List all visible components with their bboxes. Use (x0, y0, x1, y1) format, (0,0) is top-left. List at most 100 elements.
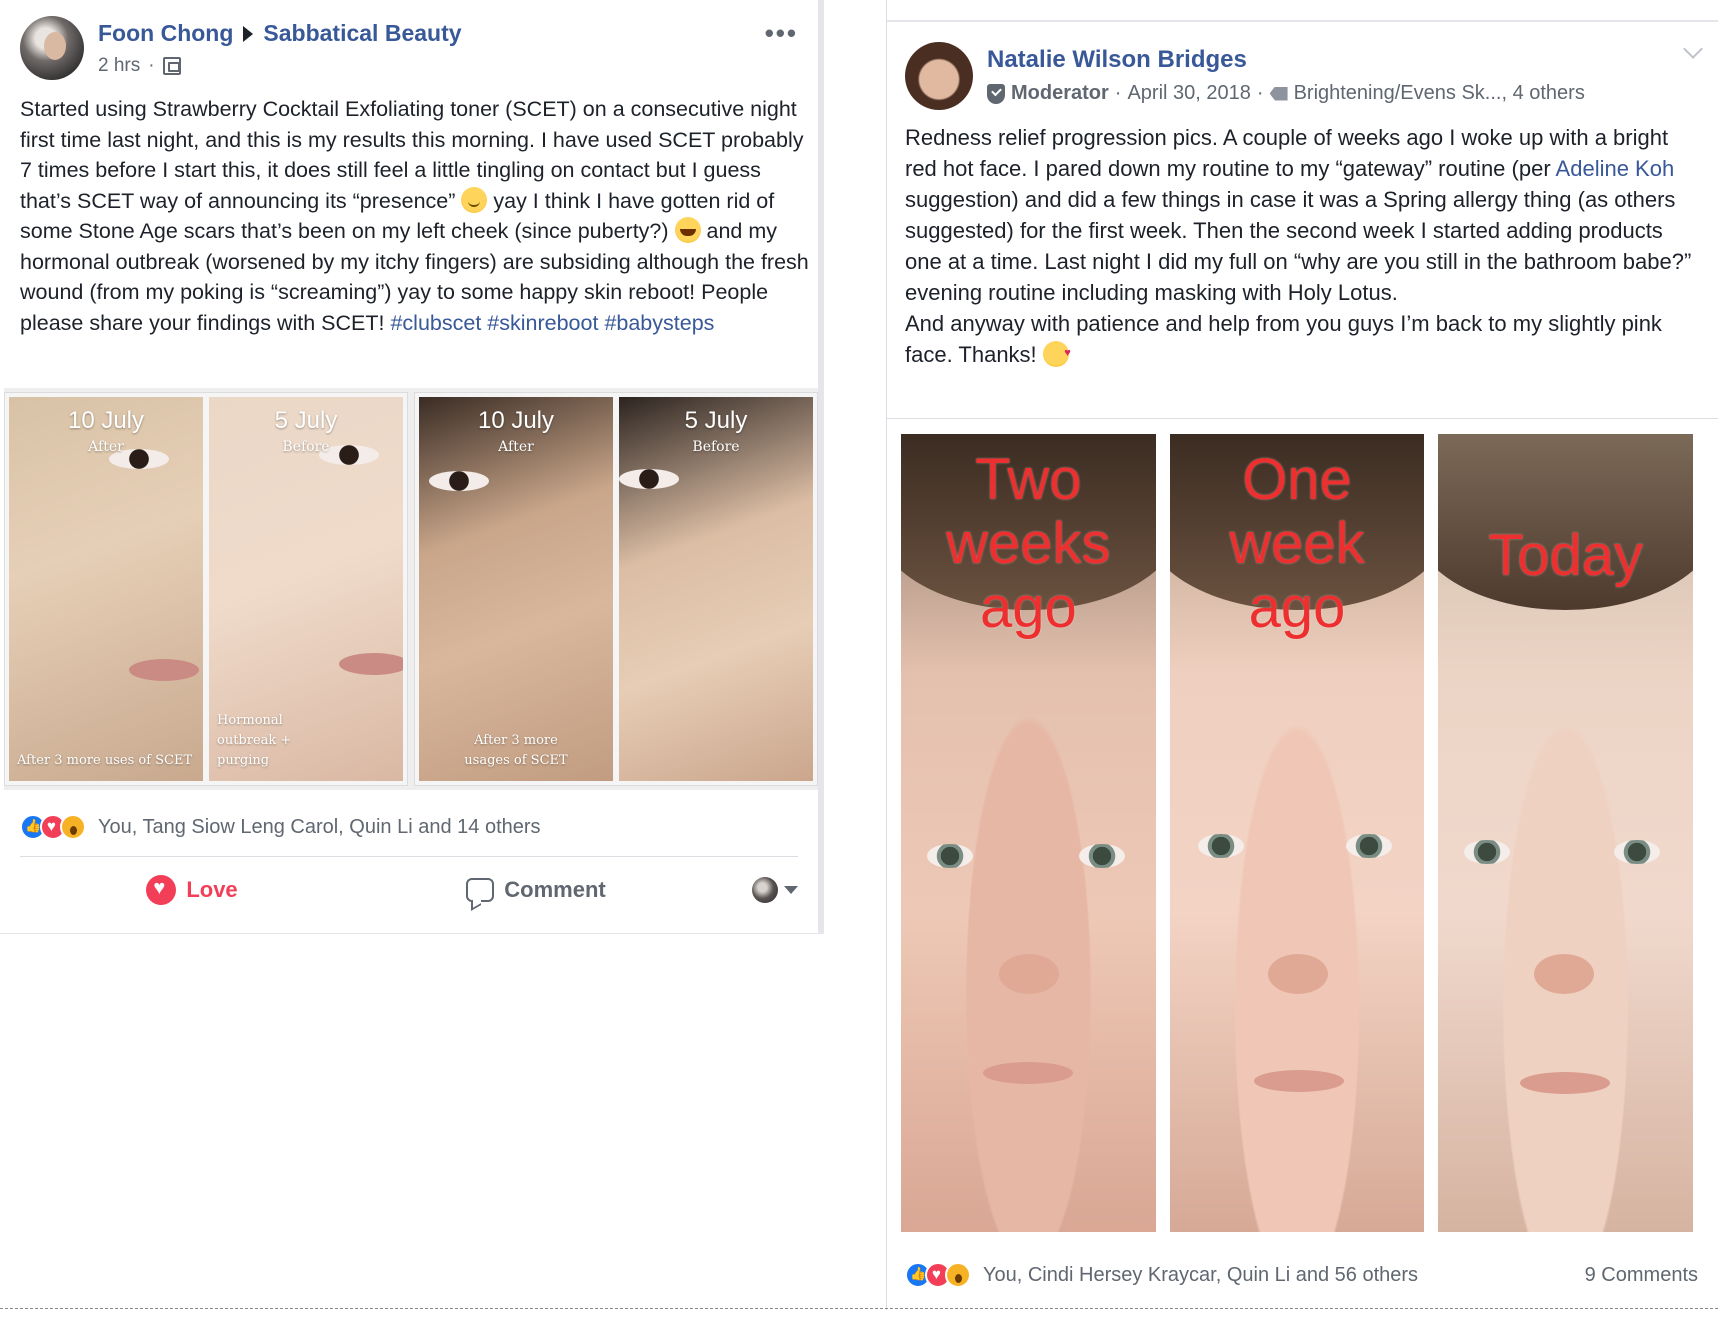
meta-separator: · (1256, 82, 1264, 104)
nose-shape (999, 954, 1059, 994)
author-name[interactable]: Natalie Wilson Bridges (987, 46, 1585, 74)
photo-caption-note: Hormonal outbreak + purging (217, 713, 292, 768)
post-date[interactable]: April 30, 2018 (1127, 82, 1250, 105)
post-time[interactable]: 2 hrs (98, 55, 140, 77)
photo-caption-date: 10 July (67, 407, 145, 434)
photo[interactable]: 5 July Before (619, 397, 813, 781)
eye-shape (1464, 840, 1511, 864)
author-line: Foon Chong Sabbatical Beauty (98, 20, 462, 47)
nose-shape (1534, 954, 1595, 994)
photo-grid: Two weeks ago One week ago Today (901, 434, 1694, 1232)
eye-shape (619, 469, 679, 489)
smile-emoji-icon (461, 186, 488, 213)
topic-tags[interactable]: Brightening/Evens Sk... (1294, 82, 1502, 105)
nose-shape (1267, 954, 1328, 994)
frame-edge (886, 0, 1718, 20)
love-label: Love (186, 877, 238, 902)
topic-tag-icon (1269, 86, 1288, 101)
chevron-down-icon (784, 886, 798, 894)
mouth-shape (983, 1062, 1073, 1084)
love-button[interactable]: Love (20, 875, 364, 905)
more-dots-icon[interactable]: ••• (765, 18, 798, 49)
reactions-summary[interactable]: You, Tang Siow Leng Carol, Quin Li and 1… (20, 814, 541, 840)
screenshot-canvas: Foon Chong Sabbatical Beauty 2 hrs · •••… (0, 0, 1718, 1324)
hashtag-link[interactable]: #skinreboot (487, 311, 598, 335)
mention-link[interactable]: Adeline Koh (1556, 156, 1675, 181)
heart-icon (146, 875, 177, 905)
photo-caption-label: Before (282, 439, 330, 455)
eye-shape (429, 471, 489, 491)
lips-shape (339, 653, 403, 675)
post-header: Foon Chong Sabbatical Beauty 2 hrs · (98, 20, 462, 77)
group-name[interactable]: Sabbatical Beauty (263, 20, 461, 47)
photo-caption-date: 10 July (477, 407, 555, 434)
photo-caption-label: After (498, 439, 534, 455)
chevron-down-icon[interactable] (1683, 39, 1703, 59)
divider (20, 856, 798, 857)
laugh-emoji-icon (674, 217, 701, 243)
hashtag-link[interactable]: #babysteps (604, 311, 714, 335)
action-bar: Love Comment (20, 862, 798, 918)
photo[interactable]: 10 July After After 3 more usages of SCE… (419, 397, 613, 781)
avatar (752, 877, 778, 903)
comment-label: Comment (504, 877, 606, 902)
photo[interactable]: Two weeks ago (901, 434, 1156, 1232)
photo-collage[interactable]: 10 July After After 3 more uses of SCET … (4, 392, 408, 786)
eye-shape (1614, 840, 1661, 864)
hashtag-link[interactable]: #clubscet (390, 311, 481, 335)
meta-separator: · (148, 55, 155, 76)
divider (887, 418, 1718, 419)
photo-caption-date: 5 July (684, 407, 748, 434)
eye-shape (927, 844, 973, 868)
wow-reaction-icon (945, 1262, 971, 1288)
photo[interactable]: 5 July Before Hormonal outbreak + purgin… (209, 397, 403, 781)
kiss-emoji-icon (1042, 338, 1071, 369)
lips-shape (129, 659, 199, 681)
audience-icon[interactable] (162, 57, 181, 75)
photo-caption-note: After 3 more uses of SCET (17, 753, 193, 768)
avatar[interactable] (20, 16, 84, 80)
topic-tags-more[interactable]: , 4 others (1501, 82, 1584, 105)
caret-right-icon (243, 25, 254, 42)
reaction-icons (20, 814, 86, 840)
reactions-summary[interactable]: You, Cindi Hersey Kraycar, Quin Li and 5… (905, 1262, 1418, 1288)
eye-shape (1345, 834, 1392, 858)
photo-overlay-label: One week ago (1229, 447, 1365, 640)
photo-collage[interactable]: 10 July After After 3 more usages of SCE… (414, 392, 818, 786)
mouth-shape (1520, 1072, 1611, 1094)
eye-shape (1197, 834, 1244, 858)
post-text: Redness relief progression pics. A coupl… (905, 122, 1705, 370)
photo-overlay-label: Today (1488, 523, 1644, 588)
photo-caption-label: Before (692, 439, 740, 455)
comments-count[interactable]: 9 Comments (1585, 1264, 1698, 1287)
role-badge: Moderator (1011, 82, 1109, 104)
author-name[interactable]: Foon Chong (98, 20, 233, 47)
post-natalie-wilson-bridges: Natalie Wilson Bridges Moderator · April… (886, 20, 1718, 1310)
avatar[interactable] (905, 42, 973, 110)
photo-caption-date: 5 July (274, 407, 338, 434)
reaction-icons (905, 1262, 971, 1288)
post-text: Started using Strawberry Cocktail Exfoli… (20, 94, 810, 338)
comment-icon (466, 878, 495, 902)
post-text-part: And anyway with patience and help from y… (905, 311, 1662, 367)
comment-button[interactable]: Comment (364, 877, 708, 903)
eye-shape (1079, 844, 1125, 868)
post-meta: Moderator · April 30, 2018 · Brightening… (987, 82, 1585, 105)
post-meta: 2 hrs · (98, 55, 462, 77)
dashed-border (0, 1308, 1718, 1309)
photo-overlay-label: Two weeks ago (946, 447, 1111, 640)
moderator-shield-icon (987, 83, 1005, 104)
photo[interactable]: 10 July After After 3 more uses of SCET (9, 397, 203, 781)
reactions-text[interactable]: You, Cindi Hersey Kraycar, Quin Li and 5… (983, 1264, 1418, 1287)
photo-grid: 10 July After After 3 more uses of SCET … (4, 388, 818, 790)
reactions-text[interactable]: You, Tang Siow Leng Carol, Quin Li and 1… (98, 816, 541, 839)
mouth-shape (1253, 1070, 1344, 1092)
post-text-part: suggestion) and did a few things in case… (905, 187, 1692, 305)
photo-caption-label: After (88, 439, 124, 455)
photo[interactable]: One week ago (1169, 434, 1425, 1232)
post-as-selector[interactable] (708, 877, 798, 903)
meta-separator: · (1114, 82, 1122, 104)
wow-reaction-icon (60, 814, 86, 840)
post-header: Natalie Wilson Bridges Moderator · April… (987, 46, 1585, 105)
photo[interactable]: Today (1438, 434, 1694, 1232)
